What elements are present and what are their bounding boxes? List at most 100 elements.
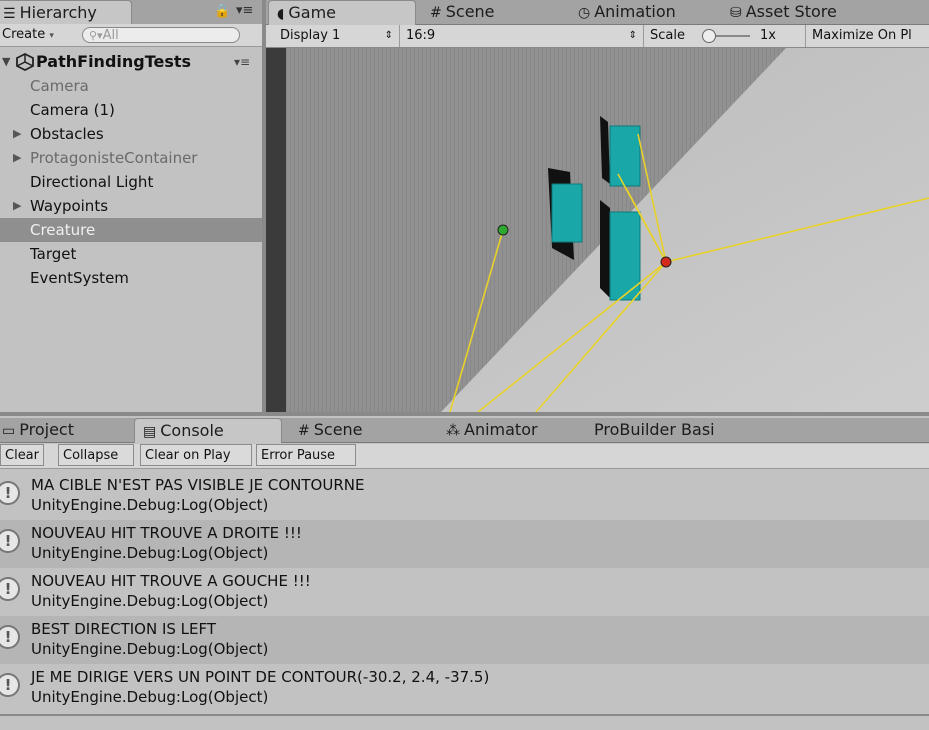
search-icon: ⚲▾ (89, 29, 103, 42)
hierarchy-item[interactable]: Camera (0, 74, 262, 98)
display-dropdown[interactable]: Display 1 ⇕ (274, 25, 400, 47)
hierarchy-tabstrip: ☰ Hierarchy 🔒 ▾≡ (0, 0, 262, 25)
tab-animator[interactable]: ⁂ Animator (438, 418, 546, 442)
hierarchy-item-label: Creature (30, 221, 96, 239)
info-icon: ! (0, 673, 20, 697)
target-marker (497, 224, 509, 236)
tab-scene-bottom-label: Scene (313, 420, 363, 439)
log-source: UnityEngine.Debug:Log(Object) (31, 496, 269, 514)
create-label: Create (2, 27, 46, 42)
console-log-entry[interactable]: ! JE ME DIRIGE VERS UN POINT DE CONTOUR(-… (0, 664, 929, 712)
tab-scene-bottom[interactable]: # Scene (290, 418, 371, 442)
aspect-dropdown[interactable]: 16:9 ⇕ (400, 25, 644, 47)
info-icon: ! (0, 577, 20, 601)
tab-asset-store[interactable]: ⛁ Asset Store (722, 0, 845, 24)
scale-slider-thumb[interactable] (702, 29, 716, 43)
scene-menu-icon[interactable]: ▾≡ (234, 50, 250, 74)
console-log-entry[interactable]: ! MA CIBLE N'EST PAS VISIBLE JE CONTOURNE… (0, 472, 929, 520)
hierarchy-item-label: Camera (1) (30, 101, 115, 119)
expand-arrow-icon[interactable]: ▶ (13, 194, 21, 218)
hierarchy-item-label: Obstacles (30, 125, 104, 143)
tab-game-label: Game (288, 3, 337, 22)
search-placeholder: All (102, 28, 119, 43)
hierarchy-item[interactable]: Camera (1) (0, 98, 262, 122)
hierarchy-item[interactable]: Creature (0, 218, 262, 242)
console-icon: ▤ (143, 424, 157, 440)
clear-label: Clear (5, 448, 39, 463)
console-log-entry[interactable]: ! NOUVEAU HIT TROUVE A DROITE !!! UnityEng… (0, 520, 929, 568)
hierarchy-item[interactable]: ▶ Waypoints (0, 194, 262, 218)
bottom-tabstrip: ▭ Project ▤ Console # Scene ⁂ Animator ProBu… (0, 418, 929, 443)
collapse-toggle[interactable]: Collapse (58, 444, 134, 466)
left-edge-dark (266, 48, 286, 412)
console-log-entry[interactable]: ! BEST DIRECTION IS LEFT UnityEngine.Debug… (0, 616, 929, 664)
game-toolbar: Display 1 ⇕ 16:9 ⇕ Scale 1x Maximize On … (266, 25, 929, 48)
hierarchy-item-label: EventSystem (30, 269, 129, 287)
log-message: NOUVEAU HIT TROUVE A DROITE !!! (31, 524, 302, 542)
clock-icon: ◷ (578, 5, 591, 21)
error-pause-label: Error Pause (261, 448, 336, 463)
hierarchy-item-label: ProtagonisteContainer (30, 149, 198, 167)
updown-arrow-icon: ⇕ (628, 30, 637, 41)
expand-arrow-icon[interactable]: ▶ (13, 122, 21, 146)
pacman-icon: ◖ (277, 6, 285, 22)
folder-icon: ▭ (2, 423, 16, 439)
top-tabstrip: ◖ Game # Scene ◷ Animation ⛁ Asset Store (266, 0, 929, 25)
panel-menu-icon[interactable]: ▾≡ (236, 3, 253, 18)
log-source: UnityEngine.Debug:Log(Object) (31, 592, 269, 610)
hierarchy-item[interactable]: ▶ Obstacles (0, 122, 262, 146)
expand-arrow-icon[interactable]: ▼ (2, 50, 10, 74)
tab-console[interactable]: ▤ Console (134, 418, 282, 443)
log-message: BEST DIRECTION IS LEFT (31, 620, 217, 638)
tab-animator-label: Animator (464, 420, 538, 439)
animator-icon: ⁂ (446, 423, 460, 439)
tab-scene-top[interactable]: # Scene (422, 0, 503, 24)
expand-arrow-icon[interactable]: ▶ (13, 146, 21, 170)
hash-icon: # (430, 5, 442, 21)
tab-asset-store-label: Asset Store (745, 2, 837, 21)
collapse-label: Collapse (63, 448, 119, 463)
hierarchy-item-label: Camera (30, 77, 89, 95)
tab-console-label: Console (160, 421, 224, 440)
hierarchy-panel: ☰ Hierarchy 🔒 ▾≡ Create ▾ ⚲▾All ▼ PathFin… (0, 0, 262, 412)
hierarchy-item-label: Target (30, 245, 77, 263)
tab-hierarchy[interactable]: ☰ Hierarchy (0, 0, 132, 25)
console-log-entry[interactable]: ! NOUVEAU HIT TROUVE A GOUCHE !!! UnityEng… (0, 568, 929, 616)
clear-on-play-toggle[interactable]: Clear on Play (140, 444, 252, 466)
hierarchy-item[interactable]: EventSystem (0, 266, 262, 290)
scale-label: Scale (650, 28, 685, 43)
list-icon: ☰ (3, 6, 16, 22)
game-render (266, 48, 929, 412)
tab-project-label: Project (19, 420, 74, 439)
error-pause-toggle[interactable]: Error Pause (256, 444, 356, 466)
tab-probuilder[interactable]: ProBuilder Basi (586, 418, 723, 442)
log-source: UnityEngine.Debug:Log(Object) (31, 544, 269, 562)
updown-arrow-icon: ⇕ (384, 30, 393, 41)
scale-value: 1x (760, 28, 776, 43)
clear-button[interactable]: Clear (0, 444, 44, 466)
game-viewport[interactable] (266, 48, 929, 412)
hierarchy-item[interactable]: Directional Light (0, 170, 262, 194)
tab-scene-top-label: Scene (445, 2, 495, 21)
info-icon: ! (0, 529, 20, 553)
create-dropdown[interactable]: Create ▾ (2, 24, 54, 46)
aspect-value: 16:9 (406, 28, 436, 43)
hierarchy-item[interactable]: Target (0, 242, 262, 266)
scene-root[interactable]: ▼ PathFindingTests ▾≡ (0, 50, 262, 74)
log-message: JE ME DIRIGE VERS UN POINT DE CONTOUR(-3… (31, 668, 490, 686)
dropdown-arrow-icon: ▾ (49, 31, 54, 41)
console-bottom-divider (0, 714, 929, 716)
hierarchy-item-label: Waypoints (30, 197, 109, 215)
tab-animation[interactable]: ◷ Animation (570, 0, 684, 24)
maximize-on-play-toggle[interactable]: Maximize On Pl (806, 25, 929, 47)
tab-project[interactable]: ▭ Project (0, 418, 82, 442)
hierarchy-item[interactable]: ▶ ProtagonisteContainer (0, 146, 262, 170)
lock-icon[interactable]: 🔒 (214, 4, 230, 19)
hierarchy-search-input[interactable]: ⚲▾All (82, 27, 240, 43)
console-toolbar: Clear Collapse Clear on Play Error Pause (0, 444, 929, 469)
tab-probuilder-label: ProBuilder Basi (594, 420, 715, 439)
log-source: UnityEngine.Debug:Log(Object) (31, 640, 269, 658)
scene-name: PathFindingTests (36, 52, 192, 71)
tab-game[interactable]: ◖ Game (268, 0, 416, 25)
hierarchy-item-label: Directional Light (30, 173, 154, 191)
